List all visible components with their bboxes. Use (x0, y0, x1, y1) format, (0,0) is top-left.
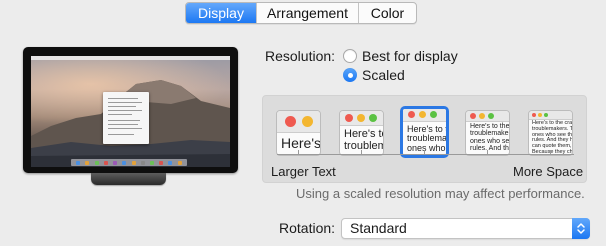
best-for-display-label[interactable]: Best for display (362, 48, 458, 64)
desktop-wallpaper (31, 56, 230, 167)
resolution-label: Resolution: (265, 48, 336, 64)
scale-tick (550, 150, 551, 155)
larger-text-label: Larger Text (271, 164, 336, 179)
display-preview (23, 47, 238, 173)
scale-tick (361, 150, 362, 155)
scale-tick (487, 150, 488, 155)
desktop-dock (71, 159, 187, 166)
scale-sample-text: Here's to the cr troublemakers. ones who… (470, 123, 510, 153)
chevron-up-down-icon[interactable] (572, 218, 590, 239)
rotation-popup[interactable]: Standard (341, 218, 590, 239)
rotation-value: Standard (350, 220, 407, 236)
scale-tick (298, 150, 299, 155)
scale-sample-text: Here's to the crazy ones troublemakers. … (532, 120, 573, 155)
tab-color[interactable]: Color (358, 3, 416, 23)
scale-tick (424, 150, 425, 155)
tab-bar: Display Arrangement Color (185, 2, 417, 24)
desktop-menubar (31, 56, 230, 60)
monitor-stand (91, 173, 166, 185)
radio-scaled[interactable] (343, 68, 357, 82)
tab-arrangement[interactable]: Arrangement (256, 3, 358, 23)
performance-note: Using a scaled resolution may affect per… (296, 186, 585, 201)
radio-best-for-display[interactable] (343, 49, 357, 63)
scale-sample-text: Here's to troublem (344, 128, 384, 152)
more-space-label: More Space (513, 164, 584, 179)
desktop-window (103, 92, 149, 144)
scaled-label[interactable]: Scaled (362, 67, 405, 83)
scale-sample-text: Here's (281, 135, 321, 151)
scale-slider-track (277, 154, 574, 155)
tab-display[interactable]: Display (186, 3, 256, 23)
rotation-label: Rotation: (279, 220, 336, 236)
scale-sample-text: Here's to th troublemak ones who se (407, 124, 449, 153)
